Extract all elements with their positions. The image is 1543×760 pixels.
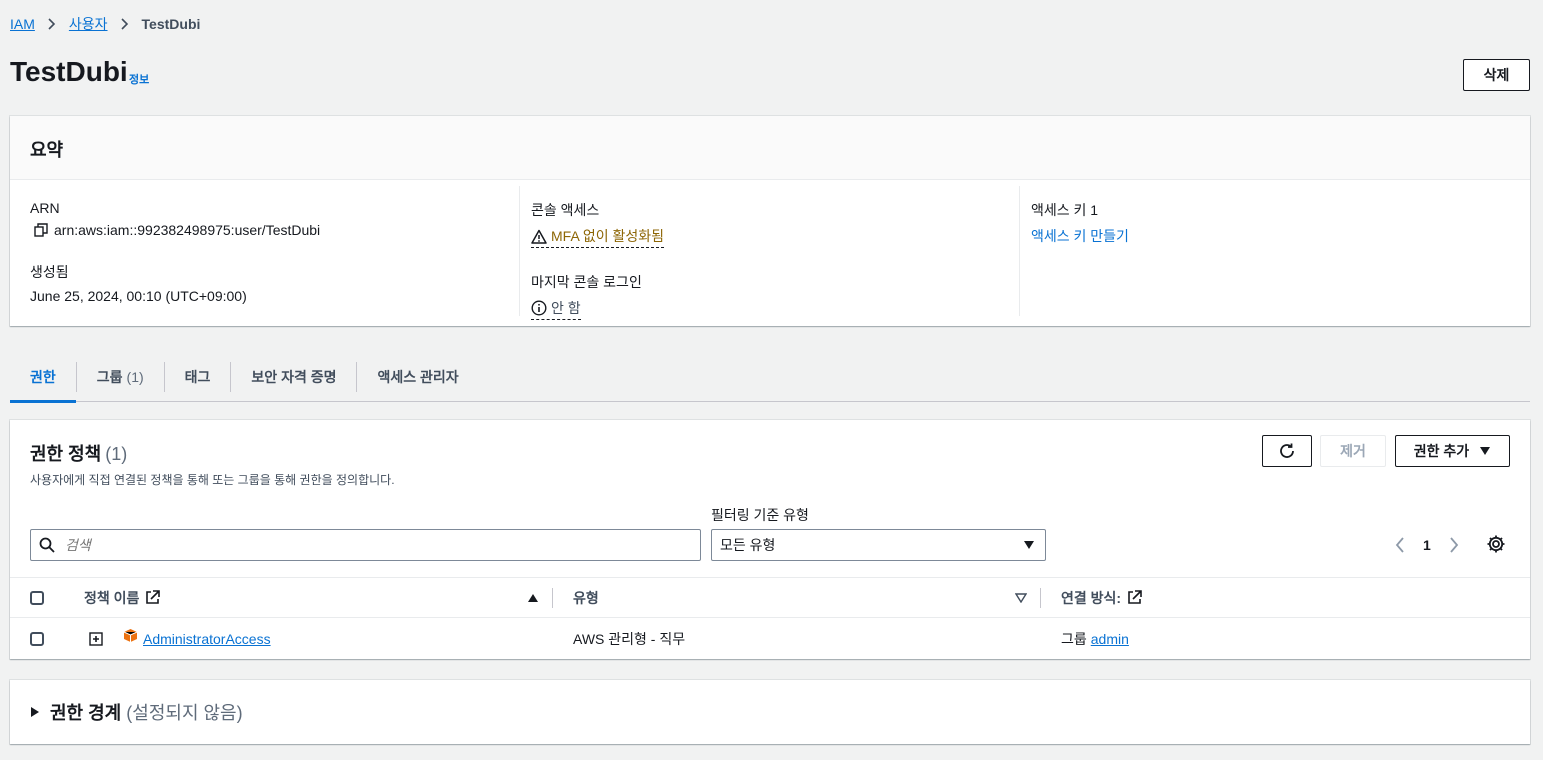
row-select-cell <box>30 618 44 659</box>
sort-descending-icon[interactable] <box>1015 578 1027 617</box>
last-login-status[interactable]: 안 함 <box>531 298 581 320</box>
created-value: June 25, 2024, 00:10 (UTC+09:00) <box>30 288 247 304</box>
arn-value: arn:aws:iam::992382498975:user/TestDubi <box>54 222 321 238</box>
info-link[interactable]: 정보 <box>129 71 149 87</box>
search-icon <box>39 537 55 553</box>
refresh-button[interactable] <box>1262 435 1312 467</box>
last-login-value: 안 함 <box>551 300 581 316</box>
policies-description: 사용자에게 직접 연결된 정책을 통해 또는 그룹을 통해 권한을 정의합니다. <box>30 473 395 487</box>
attached-via-cell: 그룹 admin <box>1061 618 1129 659</box>
boundary-subtitle: (설정되지 않음) <box>126 703 243 723</box>
created-label: 생성됨 <box>30 264 69 280</box>
caret-right-icon <box>30 706 40 718</box>
row-checkbox[interactable] <box>30 631 44 646</box>
column-divider[interactable] <box>1040 578 1041 617</box>
table-header: 정책 이름 유형 연결 방식: <box>10 577 1530 618</box>
tab-bar: 권한 그룹 (1) 태그 보안 자격 증명 액세스 관리자 <box>10 352 1530 403</box>
console-access-row: MFA 없이 활성화됨 <box>531 226 1019 248</box>
access-key-label: 액세스 키 1 <box>1031 202 1099 218</box>
tab-permissions-label: 권한 <box>30 368 56 385</box>
search-field[interactable] <box>30 529 701 561</box>
caret-down-icon <box>1023 540 1035 550</box>
chevron-right-icon <box>120 17 130 31</box>
info-circle-icon <box>531 300 547 316</box>
chevron-right-icon <box>47 17 57 31</box>
policies-title-text: 권한 정책 <box>30 444 102 464</box>
previous-page-icon[interactable] <box>1395 537 1405 553</box>
policy-name-link[interactable]: AdministratorAccess <box>143 631 271 647</box>
delete-button[interactable]: 삭제 <box>1463 59 1530 91</box>
arn-label: ARN <box>30 200 60 216</box>
create-access-key-link[interactable]: 액세스 키 만들기 <box>1031 226 1129 246</box>
pagination: 1 <box>1395 532 1459 558</box>
access-key-row: 액세스 키 만들기 <box>1031 226 1519 246</box>
add-permissions-label: 권한 추가 <box>1413 443 1470 459</box>
policies-count: (1) <box>105 444 128 464</box>
boundary-title-text: 권한 경계 <box>50 703 122 723</box>
boundary-title: 권한 경계 (설정되지 않음) <box>50 699 243 725</box>
sort-ascending-icon[interactable] <box>527 578 539 617</box>
tab-tags-label: 태그 <box>184 368 211 385</box>
summary-column-console: 콘솔 액세스 MFA 없이 활성화됨 마지막 콘솔 로그인 안 함 <box>519 186 1019 320</box>
policy-type-cell: AWS 관리형 - 직무 <box>573 630 686 647</box>
tab-permissions[interactable]: 권한 <box>10 362 76 403</box>
breadcrumb: IAM 사용자 TestDubi <box>10 14 200 34</box>
copy-icon[interactable] <box>34 223 48 237</box>
group-admin-link[interactable]: admin <box>1091 631 1129 647</box>
policy-name-cell: AdministratorAccess <box>123 618 271 659</box>
attached-via-prefix: 그룹 <box>1061 630 1087 647</box>
permission-policies-card: 권한 정책 (1) 사용자에게 직접 연결된 정책을 통해 또는 그룹을 통해 권… <box>10 420 1530 659</box>
expand-row-icon[interactable] <box>89 618 103 659</box>
column-policy-name-label: 정책 이름 <box>84 589 140 606</box>
filter-type-label: 필터링 기준 유형 <box>711 507 809 523</box>
tab-security-credentials-label: 보안 자격 증명 <box>251 368 337 385</box>
last-login-label: 마지막 콘솔 로그인 <box>531 274 642 290</box>
column-attached-via-label: 연결 방식: <box>1061 589 1122 606</box>
external-link-icon <box>145 590 161 605</box>
console-access-value: MFA 없이 활성화됨 <box>551 228 665 244</box>
current-page-number[interactable]: 1 <box>1423 537 1431 553</box>
filter-type-select[interactable]: 모든 유형 <box>711 529 1046 561</box>
caret-down-icon <box>1479 446 1491 456</box>
console-access-status[interactable]: MFA 없이 활성화됨 <box>531 226 665 248</box>
next-page-icon[interactable] <box>1449 537 1459 553</box>
select-all-checkbox[interactable] <box>30 590 44 605</box>
tab-access-advisor[interactable]: 액세스 관리자 <box>356 361 478 392</box>
add-permissions-button[interactable]: 권한 추가 <box>1395 435 1510 467</box>
gear-icon[interactable] <box>1486 534 1506 554</box>
tab-groups-count: (1) <box>126 368 144 385</box>
remove-button[interactable]: 제거 <box>1320 435 1386 467</box>
column-attached-via[interactable]: 연결 방식: <box>1061 578 1142 617</box>
summary-column-access-key: 액세스 키 1 액세스 키 만들기 <box>1019 186 1519 316</box>
column-divider[interactable] <box>552 578 553 617</box>
search-input[interactable] <box>65 537 665 553</box>
breadcrumb-current: TestDubi <box>141 16 201 32</box>
summary-column-arn: ARN arn:aws:iam::992382498975:user/TestD… <box>30 186 530 316</box>
column-policy-name[interactable]: 정책 이름 <box>84 578 161 617</box>
last-login-row: 안 함 <box>531 298 1019 320</box>
warning-icon <box>531 229 547 244</box>
summary-card: 요약 ARN arn:aws:iam::992382498975:user/Te… <box>10 116 1530 326</box>
refresh-icon <box>1278 442 1296 460</box>
tab-groups-label: 그룹 <box>96 368 123 385</box>
policies-title: 권한 정책 (1) <box>30 440 127 466</box>
breadcrumb-users-link[interactable]: 사용자 <box>69 14 108 34</box>
permissions-boundary-card[interactable]: 권한 경계 (설정되지 않음) <box>10 680 1530 744</box>
select-all-cell <box>30 578 44 617</box>
column-type[interactable]: 유형 <box>573 578 599 617</box>
breadcrumb-iam-link[interactable]: IAM <box>10 16 35 32</box>
console-access-label: 콘솔 액세스 <box>531 202 600 218</box>
page-title: TestDubi <box>10 56 128 87</box>
table-row: AdministratorAccess AWS 관리형 - 직무 그룹 admi… <box>10 618 1530 659</box>
tab-tags[interactable]: 태그 <box>163 361 231 392</box>
tab-security-credentials[interactable]: 보안 자격 증명 <box>230 361 356 392</box>
filter-type-value: 모든 유형 <box>720 537 776 553</box>
aws-managed-policy-icon <box>123 628 138 643</box>
tab-access-advisor-label: 액세스 관리자 <box>377 368 459 385</box>
tab-groups[interactable]: 그룹 (1) <box>75 361 164 392</box>
arn-value-row: arn:aws:iam::992382498975:user/TestDubi <box>30 222 530 238</box>
summary-title: 요약 <box>10 116 1530 180</box>
external-link-icon <box>1127 590 1142 605</box>
